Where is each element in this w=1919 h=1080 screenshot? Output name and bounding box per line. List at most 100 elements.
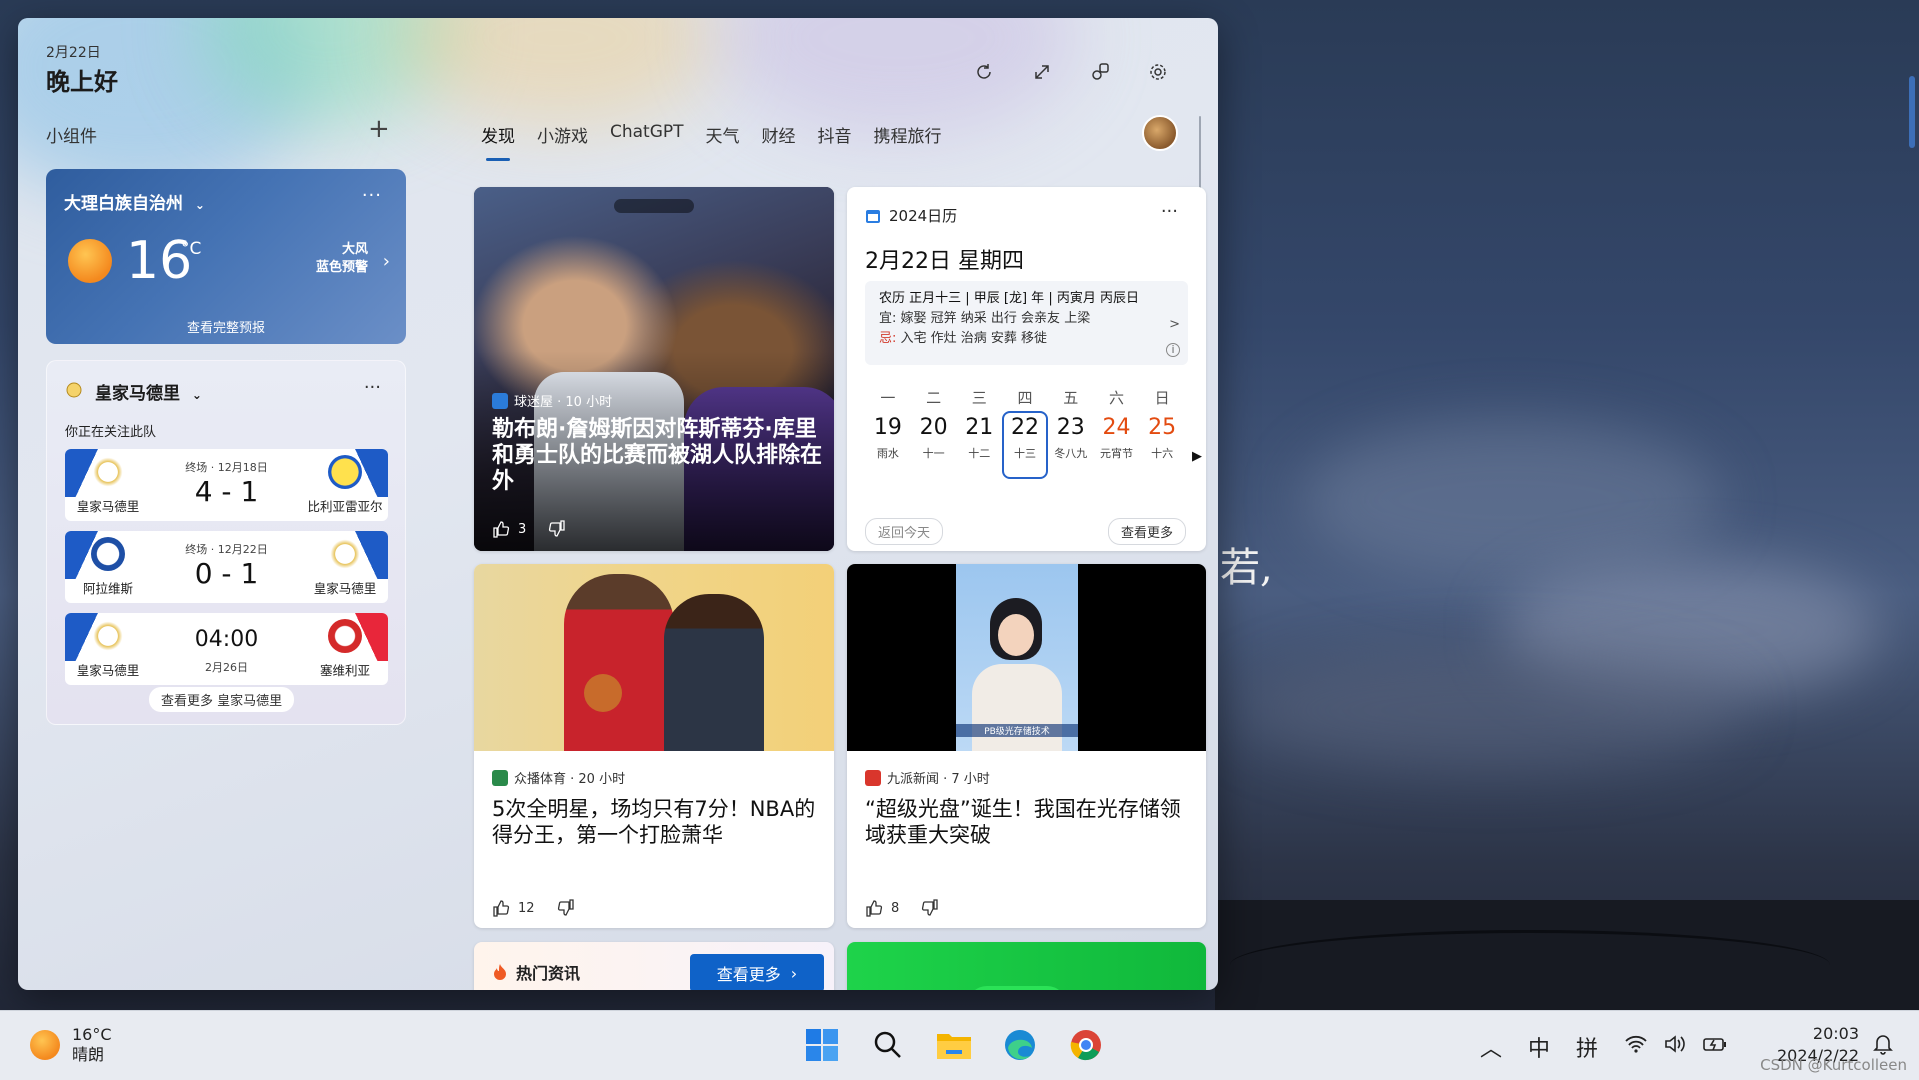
news-card[interactable]: 众播体育 · 20 小时 5次全明星，场均只有7分！NBA的得分王，第一个打脸萧…	[474, 564, 834, 928]
source-label: 众播体育 · 20 小时	[514, 772, 626, 787]
thumbs-up-icon[interactable]	[492, 898, 512, 918]
day-number: 24	[1102, 415, 1131, 440]
calendar-day[interactable]: 三 21 十二	[956, 387, 1002, 461]
news-image: PB级光存储技术	[847, 564, 1206, 751]
match-status: 终场 · 12月18日	[185, 461, 268, 474]
pin-widgets-button[interactable]	[1082, 54, 1118, 90]
file-explorer-button[interactable]	[932, 1023, 976, 1067]
thumbs-down-icon[interactable]	[919, 898, 939, 918]
day-number: 21	[965, 415, 994, 440]
calendar-day-today[interactable]: 四 22 十三	[1002, 387, 1048, 479]
match-card[interactable]: 阿拉维斯 皇家马德里 终场 · 12月22日 0 - 1	[65, 531, 388, 603]
search-icon	[874, 1031, 901, 1058]
hero-news-card[interactable]: 球迷屋 · 10 小时 勒布朗·詹姆斯因对阵斯蒂芬·库里和勇士队的比赛而被湖人队…	[474, 187, 834, 551]
day-lunar: 十六	[1151, 447, 1174, 460]
lunar-info[interactable]: 农历 正月十三 | 甲辰 [龙] 年 | 丙寅月 丙辰日 宜: 嫁娶 冠笄 纳采…	[865, 281, 1188, 365]
avatar[interactable]	[1142, 115, 1178, 151]
chevron-right-icon[interactable]: ›	[383, 251, 390, 272]
ime-mode-chinese[interactable]: 中	[1528, 1031, 1550, 1063]
promo-card[interactable]	[847, 942, 1206, 990]
news-card[interactable]: PB级光存储技术 九派新闻 · 7 小时 “超级光盘”诞生！我国在光存储领域获重…	[847, 564, 1206, 928]
tab-douyin[interactable]: 抖音	[807, 122, 863, 163]
taskbar-condition: 晴朗	[72, 1045, 105, 1064]
refresh-button[interactable]	[966, 54, 1002, 90]
taskbar-temp: 16°C	[72, 1025, 112, 1044]
hot-news-more-label: 查看更多	[716, 965, 781, 984]
more-options-icon[interactable]: ···	[364, 377, 381, 398]
weather-unit: °C	[181, 239, 202, 259]
back-to-today-button[interactable]: 返回今天	[865, 518, 944, 545]
thumbs-up-icon[interactable]	[492, 519, 512, 539]
news-headline[interactable]: “超级光盘”诞生！我国在光存储领域获重大突破	[865, 796, 1190, 848]
team-crest-icon	[66, 382, 82, 398]
more-options-icon[interactable]: ···	[362, 185, 382, 206]
search-button[interactable]	[866, 1023, 910, 1067]
news-source: 众播体育 · 20 小时	[492, 768, 625, 787]
tab-mini-games[interactable]: 小游戏	[526, 122, 599, 163]
calendar-day[interactable]: 五 23 冬八九	[1048, 387, 1094, 461]
day-number: 20	[919, 415, 948, 440]
hero-headline[interactable]: 勒布朗·詹姆斯因对阵斯蒂芬·库里和勇士队的比赛而被湖人队排除在外	[492, 417, 822, 495]
widgets-label: 小组件	[46, 127, 97, 147]
chevron-up-icon[interactable]: ︿	[1480, 1031, 1502, 1063]
info-icon[interactable]: i	[1166, 343, 1180, 357]
expand-button[interactable]	[1024, 54, 1060, 90]
add-widget-button[interactable]: +	[368, 116, 390, 142]
weekday-label: 六	[1108, 389, 1124, 407]
sports-team-selector[interactable]: 皇家马德里 ⌄	[95, 379, 202, 404]
thumbs-up-icon[interactable]	[865, 898, 885, 918]
news-headline[interactable]: 5次全明星，场均只有7分！NBA的得分王，第一个打脸萧华	[492, 796, 817, 848]
calendar-day[interactable]: 六 24 元宵节	[1094, 387, 1140, 461]
network-status[interactable]	[1624, 1034, 1728, 1060]
calendar-day[interactable]: 二 20 十一	[911, 387, 957, 461]
weather-alert[interactable]: 大风 蓝色预警	[316, 241, 368, 277]
inauspicious-list: 入宅 作灶 治病 安葬 移徙	[900, 331, 1048, 346]
ime-pinyin[interactable]: 拼	[1576, 1031, 1598, 1063]
tab-finance[interactable]: 财经	[751, 122, 807, 163]
edge-browser-button[interactable]	[998, 1023, 1042, 1067]
folder-icon	[937, 1034, 971, 1059]
match-card[interactable]: 皇家马德里 比利亚雷亚尔 终场 · 12月18日 4 - 1	[65, 449, 388, 521]
chrome-icon	[1070, 1030, 1101, 1061]
hot-news-card[interactable]: 热门资讯 查看更多 ›	[474, 942, 834, 990]
weather-city[interactable]: 大理白族自治州 ⌄	[64, 189, 205, 214]
see-more-team-button[interactable]: 查看更多 皇家马德里	[149, 687, 295, 712]
tab-weather[interactable]: 天气	[695, 122, 751, 163]
lunar-date: 农历 正月十三 | 甲辰 [龙] 年 | 丙寅月 丙辰日	[879, 291, 1139, 306]
like-count: 12	[518, 900, 535, 916]
edge-icon	[1005, 1030, 1035, 1060]
inauspicious-label: 忌:	[879, 331, 897, 346]
source-logo-icon	[492, 769, 508, 786]
start-button[interactable]	[800, 1023, 844, 1067]
calendar-more-button[interactable]: 查看更多	[1107, 518, 1186, 545]
next-week-icon[interactable]: ▶	[1192, 449, 1202, 464]
carousel-indicator[interactable]	[614, 199, 694, 213]
full-forecast-link[interactable]: 查看完整预报	[46, 317, 406, 336]
tab-chatgpt[interactable]: ChatGPT	[599, 122, 695, 163]
clock-time: 20:03	[1812, 1024, 1859, 1043]
match-time: 04:00	[194, 627, 259, 652]
weather-widget[interactable]: 大理白族自治州 ⌄ ··· 16 °C 大风 蓝色预警 › 查看完整预报	[46, 169, 406, 344]
taskbar-weather[interactable]: 16°C 晴朗	[30, 1025, 112, 1065]
chevron-right-icon[interactable]: >	[1169, 317, 1180, 332]
sports-team-name: 皇家马德里	[95, 384, 180, 404]
settings-button[interactable]	[1140, 54, 1176, 90]
hot-news-more-button[interactable]: 查看更多 ›	[690, 954, 824, 990]
calendar-header: 2024日历	[865, 205, 957, 226]
match-score: 4 - 1	[194, 475, 259, 508]
tab-ctrip[interactable]: 携程旅行	[863, 122, 953, 163]
taskbar: 16°C 晴朗 ︿ 中 拼 20:03 2024/2/22 CSDN @Kurt…	[0, 1010, 1919, 1080]
thumbs-down-icon[interactable]	[546, 519, 566, 539]
news-source: 球迷屋 · 10 小时	[492, 391, 612, 410]
source-label: 球迷屋 · 10 小时	[514, 395, 613, 410]
video-caption: PB级光存储技术	[956, 724, 1078, 737]
calendar-day[interactable]: 日 25 十六	[1139, 387, 1185, 461]
weather-city-label: 大理白族自治州	[64, 194, 183, 214]
more-options-icon[interactable]: ···	[1161, 201, 1178, 222]
inauspicious-activities: 忌: 入宅 作灶 治病 安葬 移徙	[879, 329, 1174, 349]
chrome-browser-button[interactable]	[1064, 1023, 1108, 1067]
calendar-day[interactable]: 一 19 雨水	[865, 387, 911, 461]
thumbs-down-icon[interactable]	[555, 898, 575, 918]
match-card[interactable]: 皇家马德里 塞维利亚 04:00 2月26日	[65, 613, 388, 685]
tab-discover[interactable]: 发现	[470, 122, 526, 163]
